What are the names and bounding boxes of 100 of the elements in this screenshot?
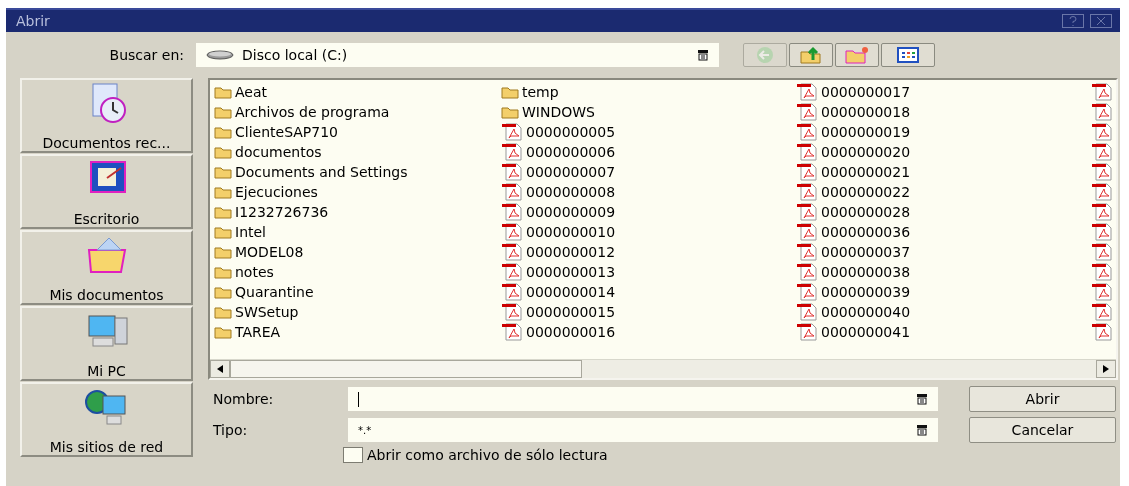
folder-icon <box>214 125 232 139</box>
file-item[interactable]: Ejecuciones <box>235 184 318 200</box>
file-item[interactable]: 0000000039 <box>821 284 911 300</box>
dropdown-icon[interactable] <box>916 424 928 436</box>
pdf-file-icon <box>796 323 818 341</box>
folder-icon <box>214 305 232 319</box>
pdf-file-icon <box>501 323 523 341</box>
folder-icon <box>214 285 232 299</box>
file-item[interactable]: 0000000028 <box>821 204 911 220</box>
pdf-file-icon <box>1091 223 1113 241</box>
pdf-file-icon <box>1091 163 1113 181</box>
pdf-file-icon <box>501 283 523 301</box>
pdf-file-icon <box>1091 123 1113 141</box>
file-item[interactable]: I1232726736 <box>235 204 329 220</box>
file-item[interactable]: Intel <box>235 224 266 240</box>
file-item[interactable]: 0000000037 <box>821 244 911 260</box>
file-item[interactable]: SWSetup <box>235 304 299 320</box>
file-item[interactable]: 0000000007 <box>526 164 616 180</box>
scrollbar-thumb[interactable] <box>230 360 582 378</box>
file-item[interactable]: MODEL08 <box>235 244 304 260</box>
pdf-file-icon <box>1091 243 1113 261</box>
close-icon[interactable] <box>1090 14 1112 28</box>
scroll-right-button[interactable] <box>1096 360 1116 378</box>
file-item[interactable]: 0000000018 <box>821 104 911 120</box>
pdf-file-icon <box>1091 183 1113 201</box>
file-item[interactable]: 0000000017 <box>821 84 911 100</box>
pdf-file-icon <box>1091 303 1113 321</box>
pdf-file-icon <box>1091 103 1113 121</box>
file-item[interactable]: WINDOWS <box>522 104 595 120</box>
file-item[interactable]: 0000000015 <box>526 304 616 320</box>
file-item[interactable]: ClienteSAP710 <box>235 124 339 140</box>
scroll-left-button[interactable] <box>210 360 230 378</box>
file-item[interactable]: temp <box>522 84 559 100</box>
pdf-file-icon <box>796 103 818 121</box>
pdf-file-icon <box>501 143 523 161</box>
pdf-file-icon <box>501 123 523 141</box>
look-in-value: Disco local (C:) <box>242 47 348 63</box>
cancel-button[interactable]: Cancelar <box>969 417 1116 443</box>
help-icon[interactable] <box>1062 14 1084 28</box>
file-item[interactable]: 0000000038 <box>821 264 911 280</box>
places-bar-item[interactable]: Mis sitios de red <box>20 382 193 457</box>
folder-icon <box>214 165 232 179</box>
file-item[interactable]: 0000000022 <box>821 184 911 200</box>
places-bar-item[interactable]: Mis documentos <box>20 230 193 305</box>
dropdown-icon[interactable] <box>697 49 709 61</box>
pdf-file-icon <box>1091 323 1113 341</box>
left-arrow-icon <box>217 365 223 373</box>
file-name-label: Nombre: <box>212 391 275 407</box>
pdf-file-icon <box>796 143 818 161</box>
file-item[interactable]: 0000000021 <box>821 164 911 180</box>
file-item[interactable]: 0000000020 <box>821 144 911 160</box>
file-item[interactable]: TAREA <box>235 324 281 340</box>
folder-icon <box>214 145 232 159</box>
view-button[interactable] <box>881 43 935 67</box>
file-item[interactable]: Documents and Settings <box>235 164 408 180</box>
file-item[interactable]: 0000000009 <box>526 204 616 220</box>
folder-icon <box>501 85 519 99</box>
pdf-file-icon <box>1091 283 1113 301</box>
pdf-file-icon <box>796 223 818 241</box>
folder-icon <box>214 325 232 339</box>
file-item[interactable]: 0000000013 <box>526 264 616 280</box>
look-in-combo[interactable]: Disco local (C:) <box>196 43 719 67</box>
file-item[interactable]: 0000000012 <box>526 244 616 260</box>
file-item[interactable]: notes <box>235 264 274 280</box>
file-item[interactable]: 0000000006 <box>526 144 616 160</box>
pdf-file-icon <box>501 183 523 201</box>
dropdown-icon[interactable] <box>916 393 928 405</box>
file-item[interactable]: 0000000010 <box>526 224 616 240</box>
pdf-file-icon <box>796 243 818 261</box>
file-item[interactable]: Quarantine <box>235 284 314 300</box>
read-only-checkbox[interactable] <box>343 447 363 463</box>
text-cursor <box>358 391 359 407</box>
up-button[interactable] <box>789 43 833 67</box>
file-item[interactable]: 0000000014 <box>526 284 616 300</box>
file-item[interactable]: 0000000019 <box>821 124 911 140</box>
places-bar-item[interactable]: Documentos rec... <box>20 78 193 153</box>
folder-up-icon <box>800 46 822 64</box>
pdf-file-icon <box>1091 83 1113 101</box>
file-type-combo[interactable]: *.* <box>348 418 938 442</box>
file-item[interactable]: 0000000008 <box>526 184 616 200</box>
file-item[interactable]: Archivos de programa <box>235 104 390 120</box>
open-button[interactable]: Abrir <box>969 386 1116 412</box>
file-item[interactable]: documentos <box>235 144 322 160</box>
look-in-label: Buscar en: <box>108 47 185 63</box>
file-name-field[interactable] <box>348 387 938 411</box>
file-item[interactable]: 0000000016 <box>526 324 616 340</box>
file-item[interactable]: 0000000040 <box>821 304 911 320</box>
folder-icon <box>214 85 232 99</box>
pdf-file-icon <box>501 203 523 221</box>
places-bar-item[interactable]: Escritorio <box>20 154 193 229</box>
window-title: Abrir <box>16 13 50 29</box>
file-item[interactable]: 0000000036 <box>821 224 911 240</box>
pdf-file-icon <box>796 163 818 181</box>
file-item[interactable]: 0000000041 <box>821 324 911 340</box>
places-bar-item[interactable]: Mi PC <box>20 306 193 381</box>
new-folder-icon <box>845 46 869 64</box>
pdf-file-icon <box>1091 143 1113 161</box>
file-item[interactable]: 0000000005 <box>526 124 616 140</box>
pdf-file-icon <box>796 283 818 301</box>
file-item[interactable]: Aeat <box>235 84 267 100</box>
